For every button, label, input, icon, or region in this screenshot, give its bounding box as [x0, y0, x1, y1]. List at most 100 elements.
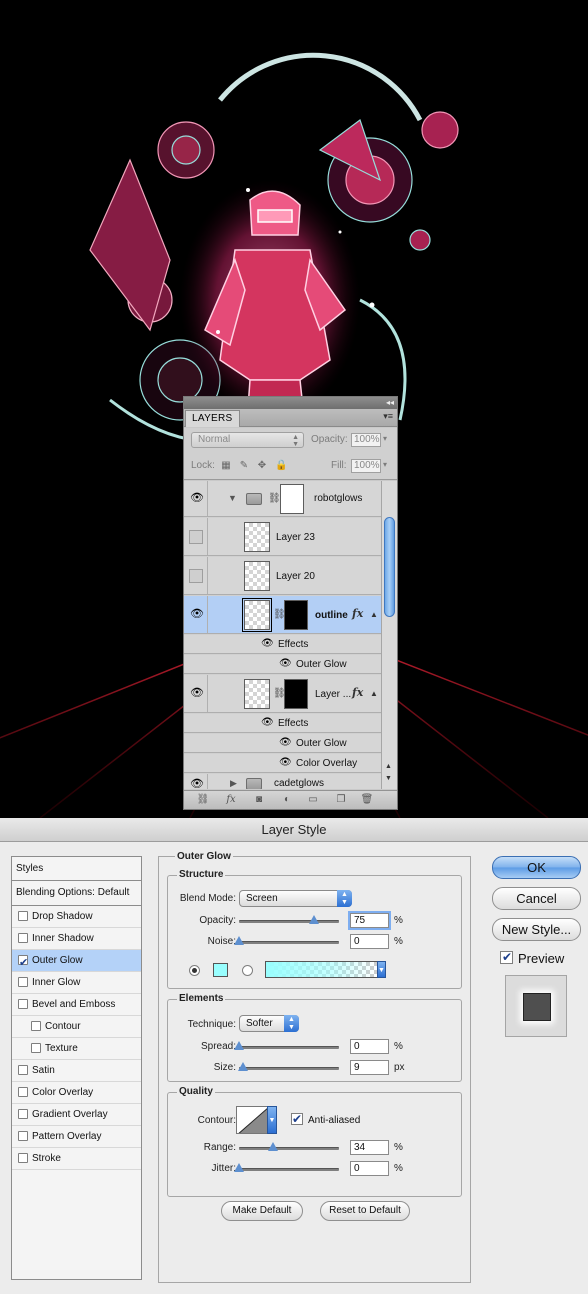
checkbox[interactable] — [18, 1153, 28, 1163]
checkbox[interactable] — [18, 1087, 28, 1097]
layer-mask-thumbnail[interactable] — [284, 600, 308, 630]
style-item-outer-glow[interactable]: Outer Glow — [12, 950, 141, 974]
eye-icon[interactable]: 👁 — [190, 493, 204, 504]
scroll-down-icon[interactable]: ▼ — [385, 775, 392, 782]
eye-icon[interactable]: 👁 — [190, 609, 204, 620]
layer-row-selected[interactable]: 👁 ⛓ outline fx ▲ — [184, 596, 381, 634]
spread-input[interactable]: 0 — [350, 1039, 389, 1054]
blend-mode-select[interactable]: Normal ▲ ▼ — [191, 432, 304, 448]
panel-menu-icon[interactable]: ▾≡ — [383, 411, 393, 422]
style-item-gradient-overlay[interactable]: Gradient Overlay — [12, 1104, 141, 1126]
jitter-input[interactable]: 0 — [350, 1161, 389, 1176]
dialog-title[interactable]: Layer Style — [0, 818, 588, 842]
panel-titlebar[interactable]: ◂◂ — [184, 397, 397, 409]
jitter-slider[interactable] — [234, 1163, 339, 1172]
fill-input[interactable]: 100% — [351, 459, 381, 473]
noise-slider[interactable] — [234, 936, 339, 945]
scroll-thumb[interactable] — [384, 517, 395, 617]
style-item-inner-shadow[interactable]: Inner Shadow — [12, 928, 141, 950]
checkbox[interactable] — [31, 1021, 41, 1031]
blending-options-item[interactable]: Blending Options: Default — [12, 881, 141, 906]
layer-thumbnail[interactable] — [244, 679, 270, 709]
eye-icon[interactable]: 👁 — [279, 658, 292, 669]
checkbox[interactable] — [18, 911, 28, 921]
new-layer-icon[interactable]: ❐ — [334, 794, 348, 806]
group-mask-thumbnail[interactable] — [280, 484, 304, 514]
lock-transparency-icon[interactable]: ▦ — [221, 461, 231, 471]
size-input[interactable]: 9 — [350, 1060, 389, 1075]
style-item-contour[interactable]: Contour — [12, 1016, 141, 1038]
effects-row[interactable]: 👁 Effects — [184, 714, 381, 733]
reset-default-button[interactable]: Reset to Default — [320, 1201, 410, 1221]
disclosure-closed-icon[interactable]: ▶ — [230, 778, 237, 789]
effects-toggle-icon[interactable]: ▲ — [370, 689, 378, 698]
new-group-icon[interactable]: ▭ — [306, 794, 320, 806]
eye-icon[interactable]: 👁 — [190, 688, 204, 699]
checkbox-checked[interactable] — [18, 953, 28, 974]
checkbox[interactable] — [18, 977, 28, 987]
layer-row[interactable]: 👁 ⛓ Layer ... fx ▲ — [184, 675, 381, 713]
checkbox[interactable] — [18, 1065, 28, 1075]
style-item-satin[interactable]: Satin — [12, 1060, 141, 1082]
glow-color-swatch[interactable] — [213, 963, 228, 977]
style-item-texture[interactable]: Texture — [12, 1038, 141, 1060]
range-slider[interactable] — [239, 1142, 339, 1151]
eye-icon[interactable]: 👁 — [190, 779, 204, 790]
layer-thumbnail[interactable] — [242, 598, 272, 632]
layer-row[interactable]: Layer 20 — [184, 557, 381, 595]
anti-aliased-checkbox[interactable] — [291, 1112, 303, 1126]
technique-select[interactable]: Softer ▲ ▼ — [239, 1015, 299, 1032]
link-icon[interactable]: ⛓ — [268, 493, 281, 504]
tab-layers[interactable]: LAYERS — [185, 410, 240, 427]
slider-knob[interactable] — [309, 915, 319, 924]
new-style-button[interactable]: New Style... — [492, 918, 581, 941]
effects-row[interactable]: 👁 Effects — [184, 635, 381, 654]
collapse-icon[interactable]: ◂◂ — [386, 397, 394, 408]
checkbox[interactable] — [31, 1043, 41, 1053]
make-default-button[interactable]: Make Default — [221, 1201, 303, 1221]
slider-knob[interactable] — [234, 936, 244, 945]
style-item-bevel-emboss[interactable]: Bevel and Emboss — [12, 994, 141, 1016]
checkbox[interactable] — [18, 1109, 28, 1119]
style-item-inner-glow[interactable]: Inner Glow — [12, 972, 141, 994]
effect-row[interactable]: 👁 Outer Glow — [184, 655, 381, 674]
fx-icon[interactable]: fx — [352, 686, 363, 699]
visibility-off-box[interactable] — [189, 530, 203, 544]
spread-slider[interactable] — [234, 1041, 339, 1050]
style-item-color-overlay[interactable]: Color Overlay — [12, 1082, 141, 1104]
add-style-icon[interactable]: fx — [224, 794, 238, 806]
gradient-dropdown-icon[interactable]: ▼ — [377, 961, 386, 978]
visibility-cell[interactable]: 👁 — [184, 481, 208, 516]
visibility-cell[interactable] — [184, 557, 208, 594]
effect-row[interactable]: 👁 Color Overlay — [184, 754, 381, 773]
slider-knob[interactable] — [268, 1142, 278, 1151]
fx-icon[interactable]: fx — [352, 607, 363, 620]
layer-thumbnail[interactable] — [244, 561, 270, 591]
slider-knob[interactable] — [234, 1041, 244, 1050]
blend-mode-select[interactable]: Screen ▲ ▼ — [239, 890, 352, 907]
styles-header[interactable]: Styles — [12, 857, 141, 881]
visibility-cell[interactable]: 👁 — [184, 675, 208, 712]
layers-scrollbar[interactable]: ▲ ▼ — [381, 481, 397, 789]
gradient-radio[interactable] — [242, 965, 253, 976]
layer-thumbnail[interactable] — [244, 522, 270, 552]
add-mask-icon[interactable]: ◙ — [252, 794, 266, 806]
eye-icon[interactable]: 👁 — [261, 638, 274, 649]
lock-image-icon[interactable]: ✎ — [239, 461, 249, 471]
glow-gradient-swatch[interactable] — [265, 961, 378, 978]
visibility-cell[interactable] — [184, 518, 208, 555]
lock-all-icon[interactable]: 🔒 — [275, 461, 287, 471]
fill-dropdown-icon[interactable]: ▾ — [383, 460, 387, 469]
adjustment-layer-icon[interactable]: ◐ — [280, 794, 294, 806]
trash-icon[interactable]: 🗑 — [360, 794, 374, 806]
eye-icon[interactable]: 👁 — [261, 717, 274, 728]
style-item-pattern-overlay[interactable]: Pattern Overlay — [12, 1126, 141, 1148]
contour-preview[interactable] — [236, 1106, 268, 1134]
checkbox[interactable] — [18, 1131, 28, 1141]
opacity-input[interactable]: 75 — [350, 913, 389, 928]
link-layers-icon[interactable]: ⛓ — [196, 794, 210, 806]
range-input[interactable]: 34 — [350, 1140, 389, 1155]
noise-input[interactable]: 0 — [350, 934, 389, 949]
layer-row[interactable]: 👁 ▼ ⛓ robotglows — [184, 481, 381, 517]
ok-button[interactable]: OK — [492, 856, 581, 879]
